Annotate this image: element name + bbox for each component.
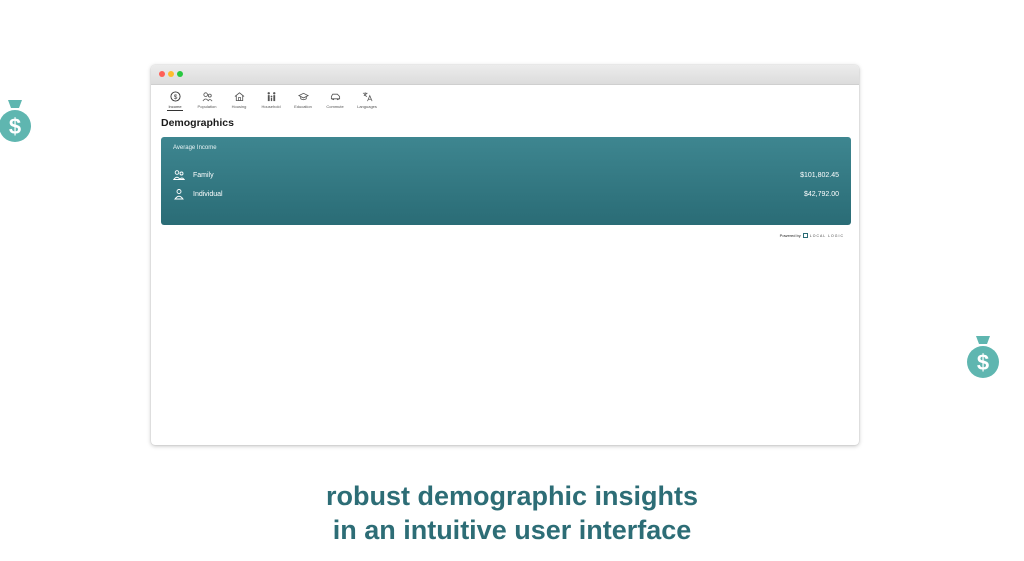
tab-label: Household: [261, 104, 281, 109]
maximize-window-button[interactable]: [177, 71, 183, 77]
tab-population[interactable]: Population: [191, 91, 223, 111]
powered-by: Powered by LOCAL LOGIC: [780, 233, 844, 238]
house-icon: [233, 91, 245, 102]
money-bag-icon: $: [0, 100, 31, 142]
average-income-card: Average Income Family $101,802.45 Indivi…: [161, 137, 851, 225]
person-icon: [173, 188, 185, 200]
svg-text:$: $: [9, 114, 21, 139]
family-icon: [173, 169, 185, 181]
tab-languages[interactable]: Languages: [351, 91, 383, 111]
active-tab-indicator: [167, 110, 183, 111]
income-value: $42,792.00: [803, 190, 839, 198]
tab-commute[interactable]: Commute: [319, 91, 351, 111]
tab-education[interactable]: Education: [287, 91, 319, 111]
title-bar: [151, 65, 859, 85]
page-title: Demographics: [161, 117, 234, 129]
tab-label: Income: [168, 104, 182, 109]
graduation-cap-icon: [297, 91, 309, 102]
tab-label: Population: [197, 104, 217, 109]
browser-window: $ Income Population Housing Household Ed…: [151, 65, 859, 445]
dollar-circle-icon: $: [169, 91, 181, 102]
tab-housing[interactable]: Housing: [223, 91, 255, 111]
brand-name[interactable]: LOCAL LOGIC: [810, 234, 844, 238]
money-bag-icon: $: [967, 336, 999, 378]
tab-income[interactable]: $ Income: [159, 91, 191, 111]
svg-text:$: $: [173, 94, 177, 101]
svg-text:$: $: [977, 350, 989, 375]
income-row-individual: Individual $42,792.00: [173, 188, 839, 200]
tab-household[interactable]: Household: [255, 91, 287, 111]
card-title: Average Income: [173, 145, 217, 151]
tab-label: Education: [294, 104, 312, 109]
income-label: Family: [193, 171, 214, 179]
caption-line-2: in an intuitive user interface: [332, 515, 692, 545]
tab-label: Languages: [357, 104, 377, 109]
local-logic-logo-icon: [802, 233, 808, 238]
minimize-window-button[interactable]: [168, 71, 174, 77]
income-value: $101,802.45: [800, 171, 839, 179]
income-label: Individual: [193, 190, 223, 198]
tab-label: Housing: [231, 104, 247, 109]
family-icon: [265, 91, 277, 102]
powered-by-label: Powered by: [779, 233, 801, 238]
translate-icon: [361, 91, 373, 102]
people-icon: [201, 91, 213, 102]
income-row-family: Family $101,802.45: [173, 169, 839, 181]
close-window-button[interactable]: [159, 71, 165, 77]
tab-label: Commute: [326, 104, 344, 109]
car-icon: [329, 91, 341, 102]
category-tabs: $ Income Population Housing Household Ed…: [159, 91, 383, 111]
caption-line-1: robust demographic insights: [325, 481, 699, 511]
